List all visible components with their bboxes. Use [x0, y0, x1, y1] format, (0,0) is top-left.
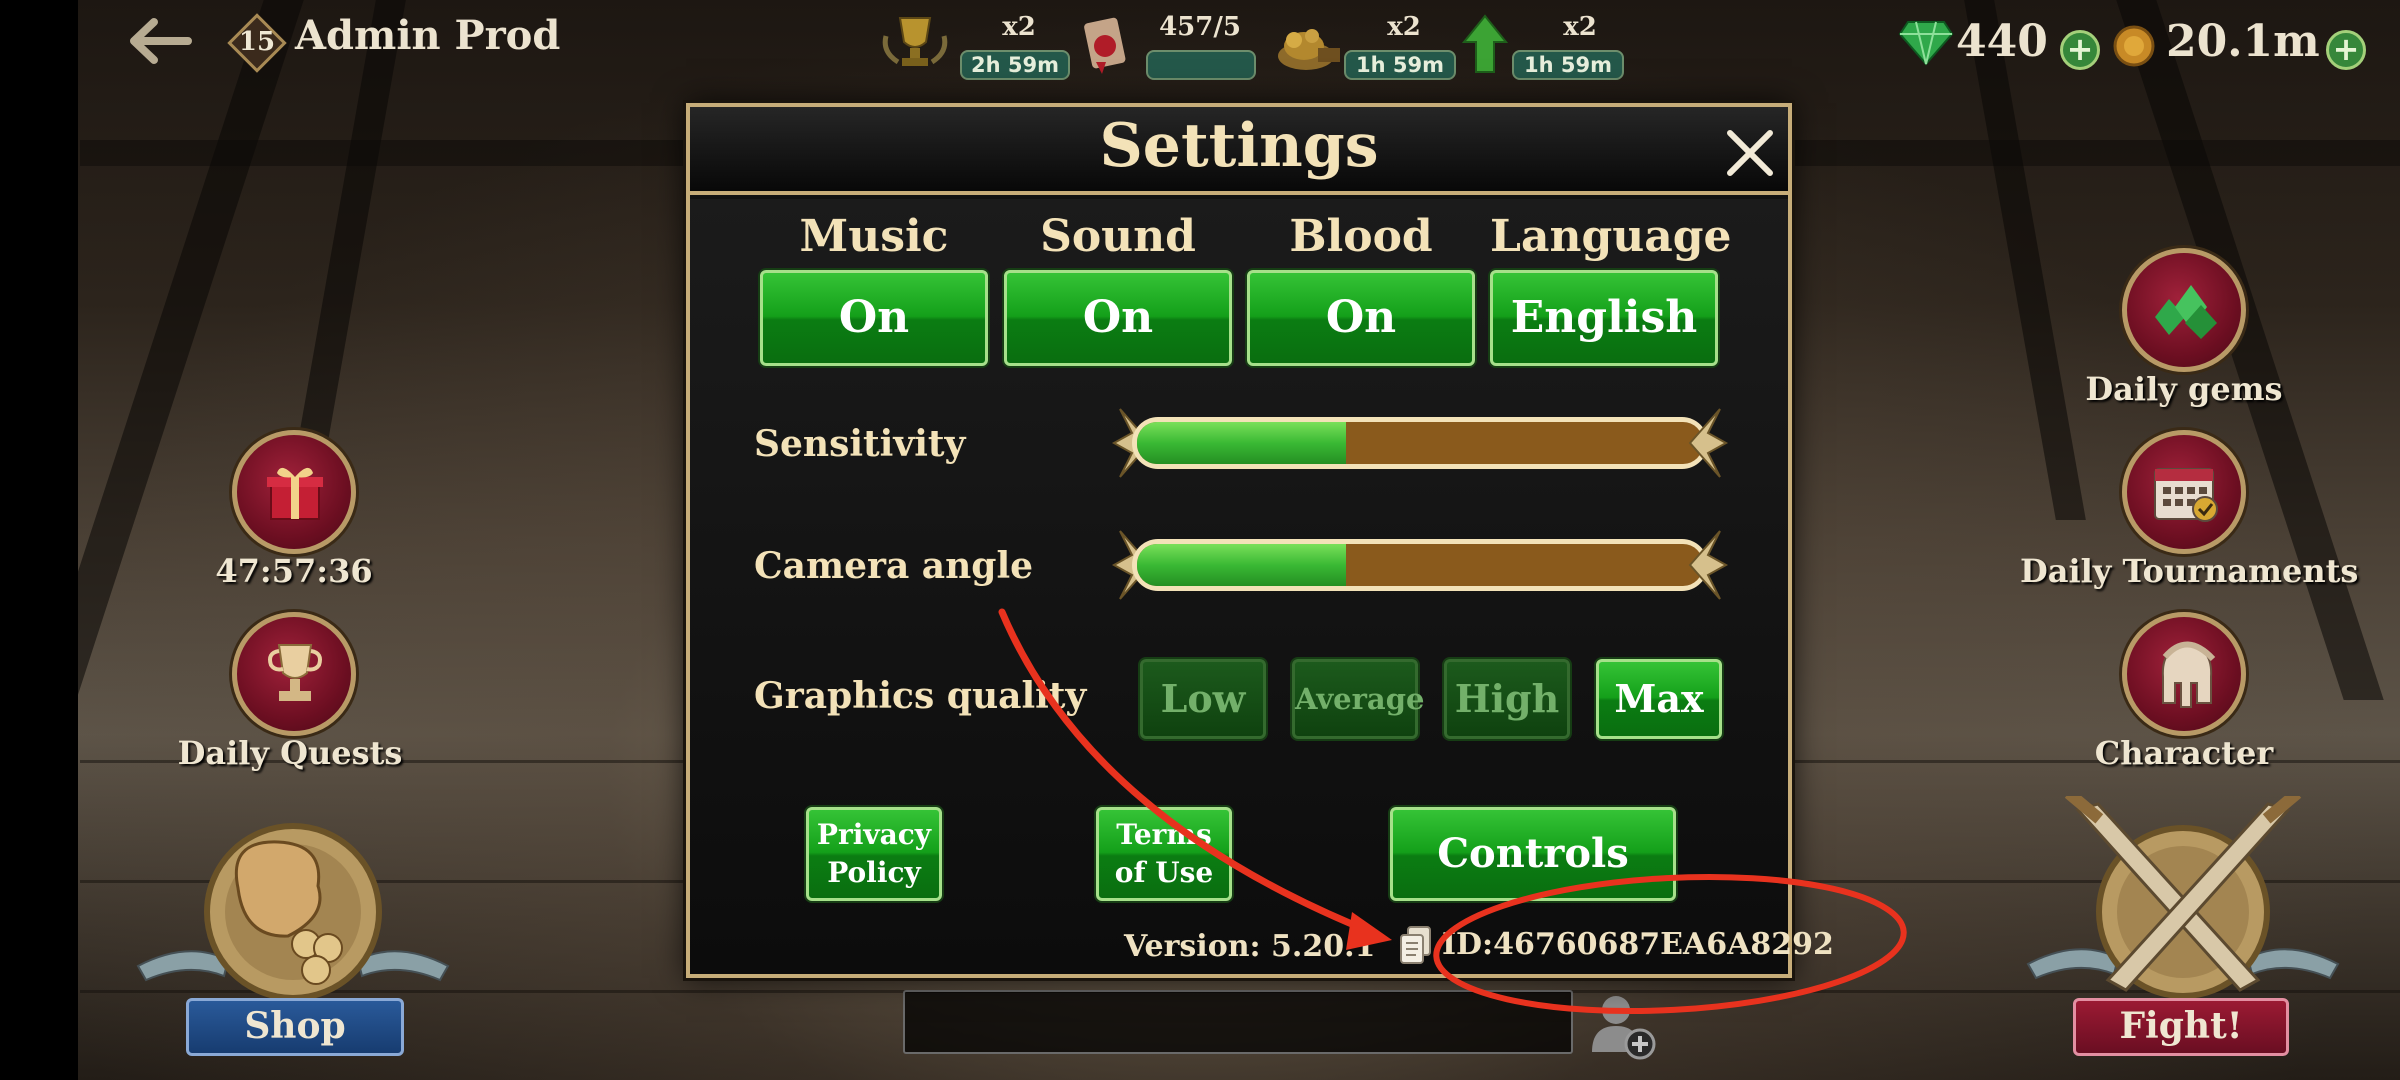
camera-angle-label: Camera angle	[754, 545, 1034, 587]
slider-ornament-icon	[1688, 408, 1729, 478]
back-arrow-icon[interactable]	[128, 18, 192, 64]
player-name: Admin Prod	[295, 12, 561, 59]
gems-value: 440	[1956, 16, 2048, 67]
daily-gems-label: Daily gems	[2085, 370, 2283, 408]
terms-line2: of Use	[1114, 856, 1214, 889]
level-number: 15	[238, 27, 276, 57]
add-friend-icon[interactable]	[1588, 990, 1660, 1062]
trophy-icon	[268, 644, 322, 701]
gem-icon	[1898, 21, 1954, 66]
sensitivity-label: Sensitivity	[754, 423, 966, 465]
privacy-policy-line2: Policy	[827, 856, 921, 889]
screen-edge	[0, 0, 78, 1080]
quality-high-button[interactable]: High	[1444, 659, 1570, 739]
terms-of-use-button[interactable]: Terms of Use	[1096, 807, 1232, 901]
fight-emblem[interactable]	[2018, 796, 2348, 1000]
boost-timer: 1h 59m	[1512, 50, 1624, 80]
dialog-title: Settings	[1099, 111, 1379, 181]
level-badge: 15	[227, 13, 287, 73]
privacy-policy-line1: Privacy	[816, 818, 932, 851]
daily-gems-button[interactable]	[2122, 248, 2246, 372]
copy-icon[interactable]	[1398, 925, 1434, 965]
sound-label: Sound	[1040, 211, 1196, 262]
terms-line1: Terms	[1116, 818, 1212, 851]
boost-treasure[interactable]: x2 1h 59m	[1274, 10, 1456, 80]
spartan-helmet-icon	[2161, 641, 2216, 708]
gift-timer: 47:57:36	[215, 552, 373, 590]
quality-low-button[interactable]: Low	[1140, 659, 1266, 739]
boost-trophy[interactable]: x2 2h 59m	[880, 10, 1070, 80]
boost-upgrade[interactable]: x2 1h 59m	[1460, 10, 1630, 80]
scroll-icon	[1084, 17, 1126, 74]
blood-label: Blood	[1289, 211, 1433, 262]
boost-multiplier: x2	[1387, 12, 1421, 42]
boost-timer: 2h 59m	[960, 50, 1070, 80]
boost-multiplier: x2	[1563, 12, 1597, 42]
character-label: Character	[2094, 734, 2274, 772]
dialog-header: Settings	[690, 107, 1788, 195]
language-label: Language	[1490, 211, 1732, 262]
chat-input[interactable]	[903, 990, 1573, 1054]
calendar-icon	[2154, 468, 2218, 522]
add-gold-button[interactable]: +	[2326, 30, 2366, 70]
music-toggle[interactable]: On	[760, 270, 988, 366]
boost-timer-empty	[1146, 50, 1256, 80]
slider-track	[1132, 539, 1708, 591]
slider-fill	[1137, 544, 1347, 586]
sensitivity-slider[interactable]	[1110, 403, 1730, 483]
sound-toggle[interactable]: On	[1004, 270, 1232, 366]
green-arrow-up-icon	[1461, 14, 1509, 73]
player-id-text[interactable]: ID:46760687EA6A8292	[1442, 927, 1834, 962]
boost-scroll[interactable]: 457/5	[1080, 10, 1260, 80]
blood-toggle[interactable]: On	[1247, 270, 1475, 366]
shop-emblem[interactable]	[128, 820, 458, 1000]
gems-pile-icon	[2155, 285, 2217, 339]
trophy-icon	[882, 17, 948, 66]
slider-track	[1132, 417, 1708, 469]
controls-button[interactable]: Controls	[1390, 807, 1676, 901]
graphics-quality-label: Graphics quality	[754, 675, 1087, 717]
boost-counter: 457/5	[1159, 12, 1241, 42]
treasure-icon	[1278, 29, 1340, 70]
boost-timer: 1h 59m	[1344, 50, 1456, 80]
settings-dialog: Settings Music Sound Blood Language On O…	[686, 103, 1834, 978]
daily-tournaments-label: Daily Tournaments	[2020, 552, 2359, 590]
quality-average-button[interactable]: Average	[1292, 659, 1424, 739]
camera-angle-slider[interactable]	[1110, 525, 1730, 605]
add-gems-button[interactable]: +	[2060, 30, 2100, 70]
shop-button[interactable]: Shop	[186, 998, 404, 1056]
fight-button[interactable]: Fight!	[2073, 998, 2289, 1056]
gold-value: 20.1m	[2166, 16, 2320, 67]
boost-multiplier: x2	[1002, 12, 1036, 42]
slider-fill	[1137, 422, 1347, 464]
close-icon[interactable]	[1720, 123, 1780, 183]
version-label: Version: 5.20.1	[1124, 929, 1376, 964]
privacy-policy-button[interactable]: Privacy Policy	[806, 807, 942, 901]
daily-quests-label: Daily Quests	[177, 734, 403, 772]
language-select[interactable]: English	[1490, 270, 1718, 366]
music-label: Music	[799, 211, 949, 262]
daily-quests-button[interactable]	[232, 612, 356, 736]
coin-icon	[2113, 25, 2155, 67]
slider-ornament-icon	[1688, 530, 1729, 600]
gift-button[interactable]	[232, 430, 356, 554]
quality-max-button[interactable]: Max	[1596, 659, 1722, 739]
daily-tournaments-button[interactable]	[2122, 430, 2246, 554]
gift-icon	[267, 467, 323, 520]
character-button[interactable]	[2122, 612, 2246, 736]
